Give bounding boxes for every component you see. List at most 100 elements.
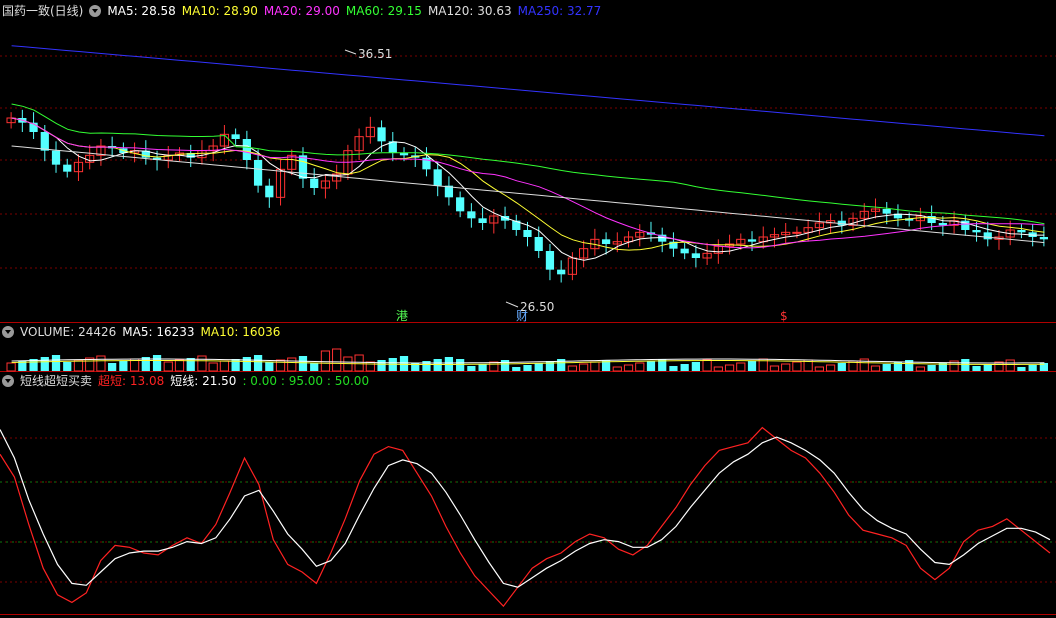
candle-body <box>265 185 274 198</box>
bottom-border <box>0 614 1056 615</box>
volume-bar <box>837 363 846 371</box>
volume-bar <box>814 366 824 372</box>
low-marker-arrow <box>505 301 519 308</box>
volume-bar <box>512 367 521 371</box>
volume-bar <box>612 366 622 372</box>
candle-body <box>298 155 308 179</box>
volume-bar <box>882 364 891 371</box>
volume-bar <box>915 366 926 372</box>
volume-bar <box>927 365 936 371</box>
volume-bar <box>534 363 543 371</box>
volume-bar <box>298 356 308 371</box>
volume-bar <box>691 362 700 371</box>
volume-bar <box>590 361 600 372</box>
volume-bar <box>119 361 128 371</box>
volume-bar <box>781 363 791 372</box>
volume-bar <box>747 361 757 371</box>
candle-body <box>557 269 566 275</box>
volume-bar <box>197 355 207 372</box>
candle-body <box>40 132 49 151</box>
volume-bar <box>6 362 16 372</box>
super-short-line <box>0 426 1051 608</box>
volume-bar <box>152 355 162 371</box>
volume-bar <box>174 359 185 372</box>
candle-body <box>1039 237 1048 240</box>
volume-bar <box>567 365 578 372</box>
volume-bar <box>219 360 230 372</box>
volume-bar <box>51 355 61 371</box>
volume-bar <box>265 362 274 371</box>
event-label: 港 <box>396 309 408 323</box>
candle-body <box>51 150 61 165</box>
volume-bar <box>870 365 881 372</box>
volume-bar <box>1017 367 1026 371</box>
volume-bar <box>399 356 409 371</box>
volume-bar <box>961 359 970 371</box>
candle-body <box>545 251 555 270</box>
volume-bar <box>108 363 117 371</box>
event-label: $ <box>780 309 788 323</box>
candle-body <box>1017 230 1026 233</box>
volume-bar <box>623 364 634 372</box>
candle-body <box>747 239 757 242</box>
candle-body <box>972 230 981 233</box>
stock-chart[interactable]: 36.5126.50港财 $ <box>0 0 1056 618</box>
volume-bar <box>702 359 712 372</box>
event-label: 财 <box>516 309 528 323</box>
candle-body <box>983 232 992 240</box>
volume-bar <box>545 361 555 371</box>
candle-body <box>433 169 442 186</box>
volume-bar <box>354 354 364 372</box>
candle-body <box>377 127 386 142</box>
candle-body <box>691 253 700 258</box>
volume-bar <box>208 362 218 372</box>
volume-bar <box>40 357 49 371</box>
candle-body <box>601 239 611 244</box>
volume-bar <box>669 366 678 371</box>
volume-bar <box>320 350 331 372</box>
volume-bar <box>825 364 836 372</box>
volume-bar <box>635 362 645 372</box>
short-line <box>0 429 1051 588</box>
volume-bar <box>332 348 342 372</box>
volume-bar <box>96 355 106 372</box>
volume-bar <box>713 366 723 372</box>
volume-bar <box>736 362 746 372</box>
volume-bar <box>500 360 510 371</box>
volume-bar <box>680 364 689 371</box>
candle-body <box>680 248 689 254</box>
volume-bar <box>163 361 173 372</box>
high-marker: 36.51 <box>358 47 392 61</box>
candle-body <box>456 197 465 212</box>
ma250-line <box>11 45 1045 137</box>
volume-bar <box>253 355 263 371</box>
volume-bar <box>456 359 465 371</box>
volume-bar <box>646 361 656 371</box>
candle-body <box>792 231 802 234</box>
volume-bar <box>579 363 589 372</box>
candle-body <box>231 134 240 139</box>
volume-bar <box>186 358 195 371</box>
candle-body <box>242 139 251 160</box>
volume-bar <box>983 364 992 371</box>
volume-bar <box>792 361 802 372</box>
volume-bar <box>287 357 297 372</box>
candle-body <box>534 237 543 251</box>
volume-bar <box>1005 359 1015 372</box>
volume-bar <box>63 362 72 371</box>
candle-body <box>523 230 532 237</box>
volume-bar <box>478 364 487 371</box>
volume-bar <box>377 360 386 371</box>
volume-bar <box>523 365 532 371</box>
candle-body <box>399 153 409 156</box>
candle-body <box>253 160 263 186</box>
candle-body <box>63 164 72 172</box>
volume-bar <box>1028 365 1037 371</box>
high-marker-arrow <box>344 49 357 55</box>
volume-bar <box>724 364 735 372</box>
volume-bar <box>310 363 319 371</box>
volume-bar <box>972 366 981 371</box>
volume-bar <box>467 366 476 371</box>
volume-bar <box>489 361 499 372</box>
candle-body <box>310 178 319 188</box>
